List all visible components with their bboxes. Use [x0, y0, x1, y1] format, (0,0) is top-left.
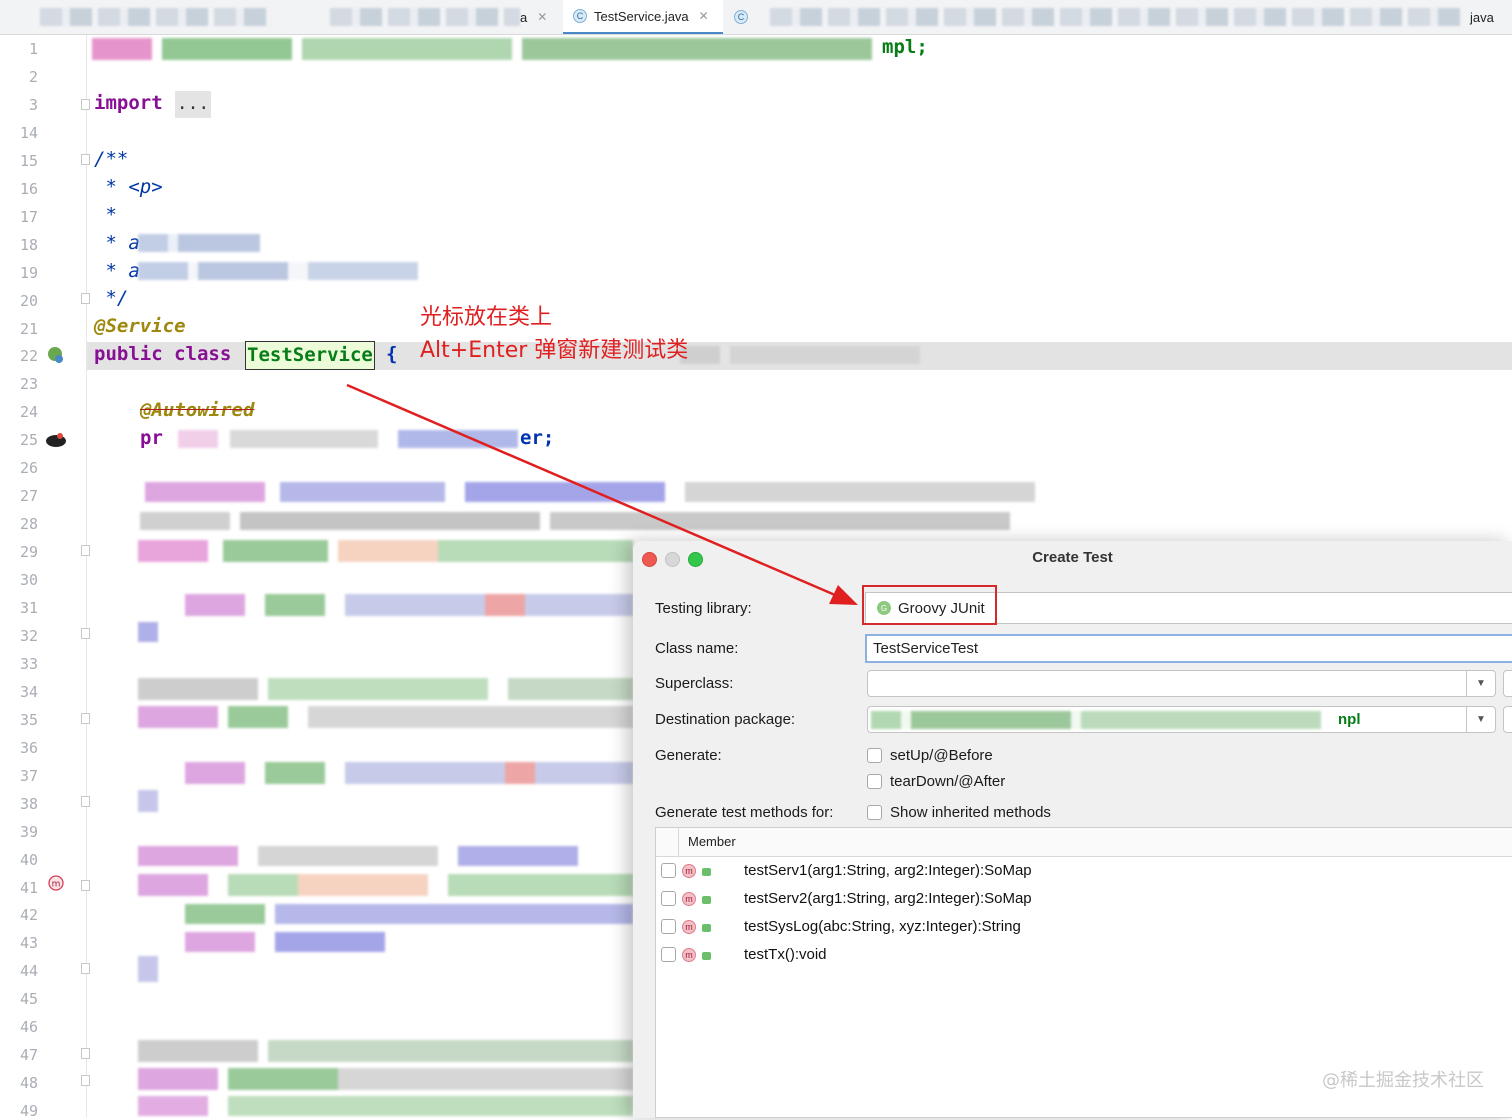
watermark: @稀土掘金技术社区 [1322, 1070, 1484, 1091]
annotation-arrow [346, 383, 858, 605]
